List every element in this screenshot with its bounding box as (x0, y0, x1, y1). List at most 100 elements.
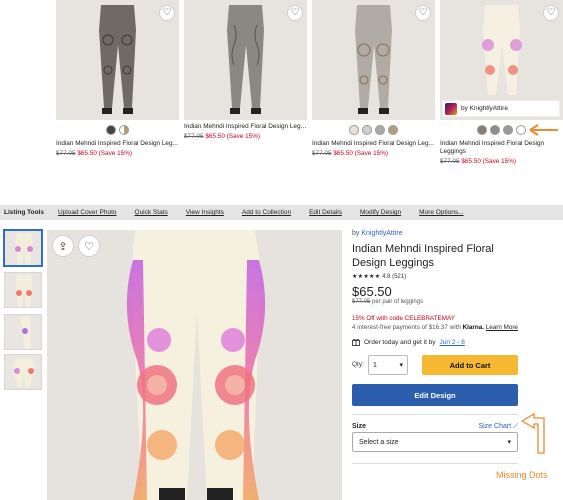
product-card[interactable]: ♡ by KnightlyAttire Indian Mehndi Inspir… (440, 0, 563, 172)
quick-stats-link[interactable]: Quick Stats (135, 209, 168, 216)
product-price: $77.05 $65.50 (Save 15%) (184, 133, 307, 141)
swatch-dot[interactable] (362, 125, 372, 135)
add-to-cart-button[interactable]: Add to Cart (422, 355, 518, 375)
swatch-dot[interactable] (388, 125, 398, 135)
sale-price: $65.50 (77, 150, 97, 157)
klarna-line: 4 interest-free payments of $16.37 with … (352, 324, 518, 331)
save-text: (Save 15%) (98, 150, 133, 157)
star-rating-icon: ★★★★★ (352, 274, 381, 280)
rating[interactable]: ★★★★★ 4.8 (521) (352, 273, 406, 280)
main-product-image[interactable]: ⇪ ♡ (47, 230, 342, 500)
swatch-dot[interactable] (349, 125, 359, 135)
product-price: $77.05 $65.50 (Save 15%) (440, 158, 563, 166)
thumbnail-front[interactable] (3, 229, 43, 267)
swatch-dot[interactable] (516, 125, 526, 135)
quantity-label: Qty: (352, 361, 364, 368)
review-count[interactable]: (521) (392, 274, 406, 280)
old-price: $77.05 (184, 133, 204, 140)
old-price: $77.05 (312, 150, 332, 157)
gift-icon (352, 338, 360, 346)
page-root: ♡ Indian Mehndi Inspired Floral Design L… (0, 0, 563, 500)
product-card[interactable]: ♡ Indian Mehndi Inspired Floral Design L… (184, 0, 307, 172)
swatch-dot[interactable] (503, 125, 513, 135)
promo-text: 15% Off with code CELEBRATEMAY (352, 315, 455, 322)
seller-name: by KnightlyAttire (461, 105, 508, 112)
product-title: Indian Mehndi Inspired Floral Design Leg… (352, 243, 494, 269)
old-price: $77.05 (440, 158, 460, 165)
delivery-date-link[interactable]: Jun 2 - 8 (440, 339, 465, 346)
product-title[interactable]: Indian Mehndi Inspired Floral Design Leg… (440, 140, 563, 156)
thumbnail-pose[interactable] (4, 354, 42, 390)
color-swatches (312, 125, 435, 135)
heart-icon[interactable]: ♡ (287, 5, 303, 21)
sale-price: $65.50 (461, 158, 481, 165)
divider (352, 463, 518, 464)
klarna-text: 4 interest-free payments of $16.37 with (352, 324, 461, 331)
order-text: Order today and get it by (364, 338, 436, 346)
rating-value: 4.8 (382, 274, 391, 280)
add-to-collection-link[interactable]: Add to Collection (242, 209, 291, 216)
more-options-link[interactable]: More Options... (419, 209, 463, 216)
swatch-dot[interactable] (119, 125, 129, 135)
old-price: $77.05 (56, 150, 76, 157)
swatch-dot[interactable] (477, 125, 487, 135)
size-select[interactable]: Select a size ▾ (352, 432, 518, 452)
product-title[interactable]: Indian Mehndi Inspired Floral Design Leg… (56, 140, 179, 148)
heart-icon[interactable]: ♡ (415, 5, 431, 21)
save-text: (Save 15%) (482, 158, 517, 165)
save-text: (Save 15%) (226, 133, 261, 140)
heart-icon[interactable]: ♡ (78, 235, 100, 257)
chevron-down-icon: ▾ (507, 439, 511, 446)
ruler-icon: ⟋ (513, 423, 518, 430)
seller-line: by KnightlyAttire (352, 230, 403, 237)
seller-link[interactable]: KnightlyAttire (361, 230, 402, 237)
thumbnail-side[interactable] (4, 314, 42, 350)
sale-price: $65.50 (333, 150, 353, 157)
listing-tools-bar: Listing Tools Upload Cover Photo Quick S… (0, 205, 563, 220)
product-title[interactable]: Indian Mehndi Inspired Floral Design Leg… (184, 123, 307, 131)
view-insights-link[interactable]: View Insights (186, 209, 224, 216)
heart-icon[interactable]: ♡ (159, 5, 175, 21)
swatch-dot[interactable] (490, 125, 500, 135)
divider (352, 414, 518, 415)
modify-design-link[interactable]: Modify Design (360, 209, 401, 216)
color-swatches (56, 125, 179, 135)
upload-cover-photo-link[interactable]: Upload Cover Photo (58, 209, 117, 216)
product-grid: ♡ Indian Mehndi Inspired Floral Design L… (0, 0, 563, 172)
current-price: $65.50 (352, 284, 392, 299)
product-price: $77.05 $65.50 (Save 15%) (312, 150, 435, 158)
edit-design-button[interactable]: Edit Design (352, 384, 518, 406)
product-title[interactable]: Indian Mehndi Inspired Floral Design Leg… (312, 140, 435, 148)
swatch-dot[interactable] (106, 125, 116, 135)
price-unit: per pair of leggings (372, 299, 424, 305)
product-price: $77.05 $65.50 (Save 15%) (56, 150, 179, 158)
original-price: $77.05 (352, 299, 371, 305)
heart-icon[interactable]: ♡ (543, 5, 559, 21)
product-card[interactable]: ♡ Indian Mehndi Inspired Floral Design L… (312, 0, 435, 172)
annotation-arrow-left-icon (529, 124, 558, 136)
edit-details-link[interactable]: Edit Details (309, 209, 342, 216)
size-chart-link[interactable]: Size Chart ⟋ (478, 423, 518, 431)
save-text: (Save 15%) (354, 150, 389, 157)
listing-tools-label: Listing Tools (4, 209, 44, 216)
annotation-arrow-icon (520, 413, 545, 454)
thumbnail-back[interactable] (4, 272, 42, 308)
size-chart-text: Size Chart (478, 423, 512, 430)
delivery-line: Order today and get it by Jun 2 - 8 (352, 338, 465, 346)
klarna-brand: Klarna. (462, 324, 484, 331)
chevron-down-icon: ▾ (399, 362, 403, 369)
share-icon[interactable]: ⇪ (52, 235, 74, 257)
product-card[interactable]: ♡ Indian Mehndi Inspired Floral Design L… (56, 0, 179, 172)
size-label: Size (352, 423, 367, 430)
seller-tag[interactable]: by KnightlyAttire (442, 100, 560, 117)
by-prefix: by (352, 230, 362, 237)
size-placeholder: Select a size (359, 438, 399, 446)
missing-dots-annotation: Missing Dots (496, 470, 548, 480)
sale-price: $65.50 (205, 133, 225, 140)
quantity-select[interactable]: 1 ▾ (368, 355, 408, 375)
original-price-line: $77.05 per pair of leggings (352, 299, 423, 305)
swatch-dot[interactable] (375, 125, 385, 135)
learn-more-link[interactable]: Learn More (486, 324, 518, 331)
quantity-value: 1 (373, 361, 377, 369)
store-logo (445, 102, 457, 115)
